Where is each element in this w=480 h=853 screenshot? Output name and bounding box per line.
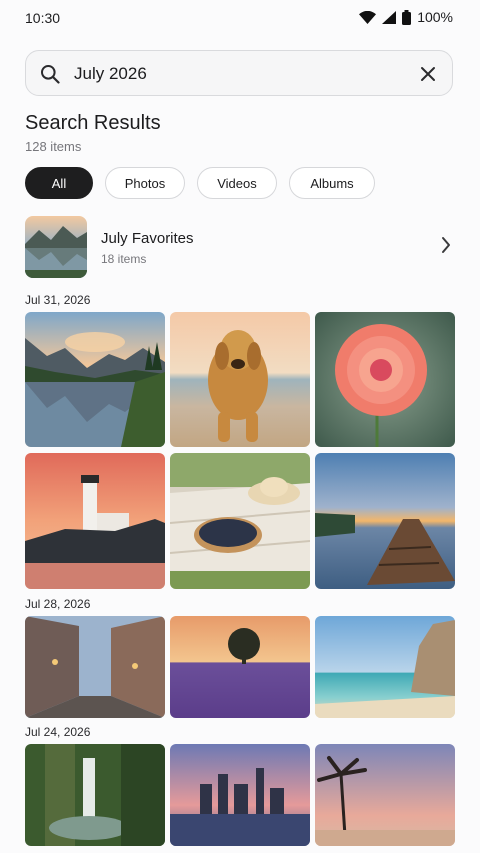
photo-blueberry-picnic[interactable]: [170, 453, 310, 589]
photo-beach-cliffs[interactable]: [315, 616, 455, 718]
photo-forest-waterfall[interactable]: [25, 744, 165, 846]
search-input[interactable]: July 2026: [74, 64, 147, 84]
photo-lake-mountains[interactable]: [25, 312, 165, 447]
photo-wooden-pier-sunset[interactable]: [315, 453, 455, 589]
result-count: 128 items: [25, 139, 82, 154]
album-row[interactable]: July Favorites 18 items: [25, 216, 455, 278]
filter-chips: All Photos Videos Albums: [25, 167, 375, 199]
cellular-signal-icon: [382, 10, 397, 24]
album-count: 18 items: [101, 252, 147, 266]
photo-golden-retriever-beach[interactable]: [170, 312, 310, 447]
album-thumbnail: [25, 216, 87, 278]
search-icon: [40, 64, 60, 89]
photo-palm-tree-beach[interactable]: [315, 744, 455, 846]
photo-city-skyline-dusk[interactable]: [170, 744, 310, 846]
filter-chip-all[interactable]: All: [25, 167, 93, 199]
filter-chip-photos[interactable]: Photos: [105, 167, 185, 199]
page-title: Search Results: [25, 112, 161, 134]
photo-lavender-field-tree[interactable]: [170, 616, 310, 718]
photo-pink-dahlia[interactable]: [315, 312, 455, 447]
date-header: Jul 31, 2026: [25, 293, 91, 307]
wifi-icon: [359, 10, 377, 24]
battery-icon: [402, 9, 412, 25]
filter-chip-albums[interactable]: Albums: [289, 167, 375, 199]
clear-search-icon[interactable]: [418, 64, 438, 84]
photo-lighthouse-sunset[interactable]: [25, 453, 165, 589]
album-name: July Favorites: [101, 230, 194, 247]
filter-chip-videos[interactable]: Videos: [197, 167, 277, 199]
photo-old-town-street[interactable]: [25, 616, 165, 718]
status-time: 10:30: [25, 10, 61, 26]
chevron-right-icon: [441, 236, 451, 259]
date-header: Jul 28, 2026: [25, 597, 91, 611]
search-bar[interactable]: July 2026: [25, 50, 453, 96]
status-bar: 10:30 100%: [0, 0, 480, 36]
date-header: Jul 24, 2026: [25, 725, 91, 739]
battery-percent: 100%: [417, 9, 453, 25]
status-icons: 100%: [359, 9, 453, 25]
